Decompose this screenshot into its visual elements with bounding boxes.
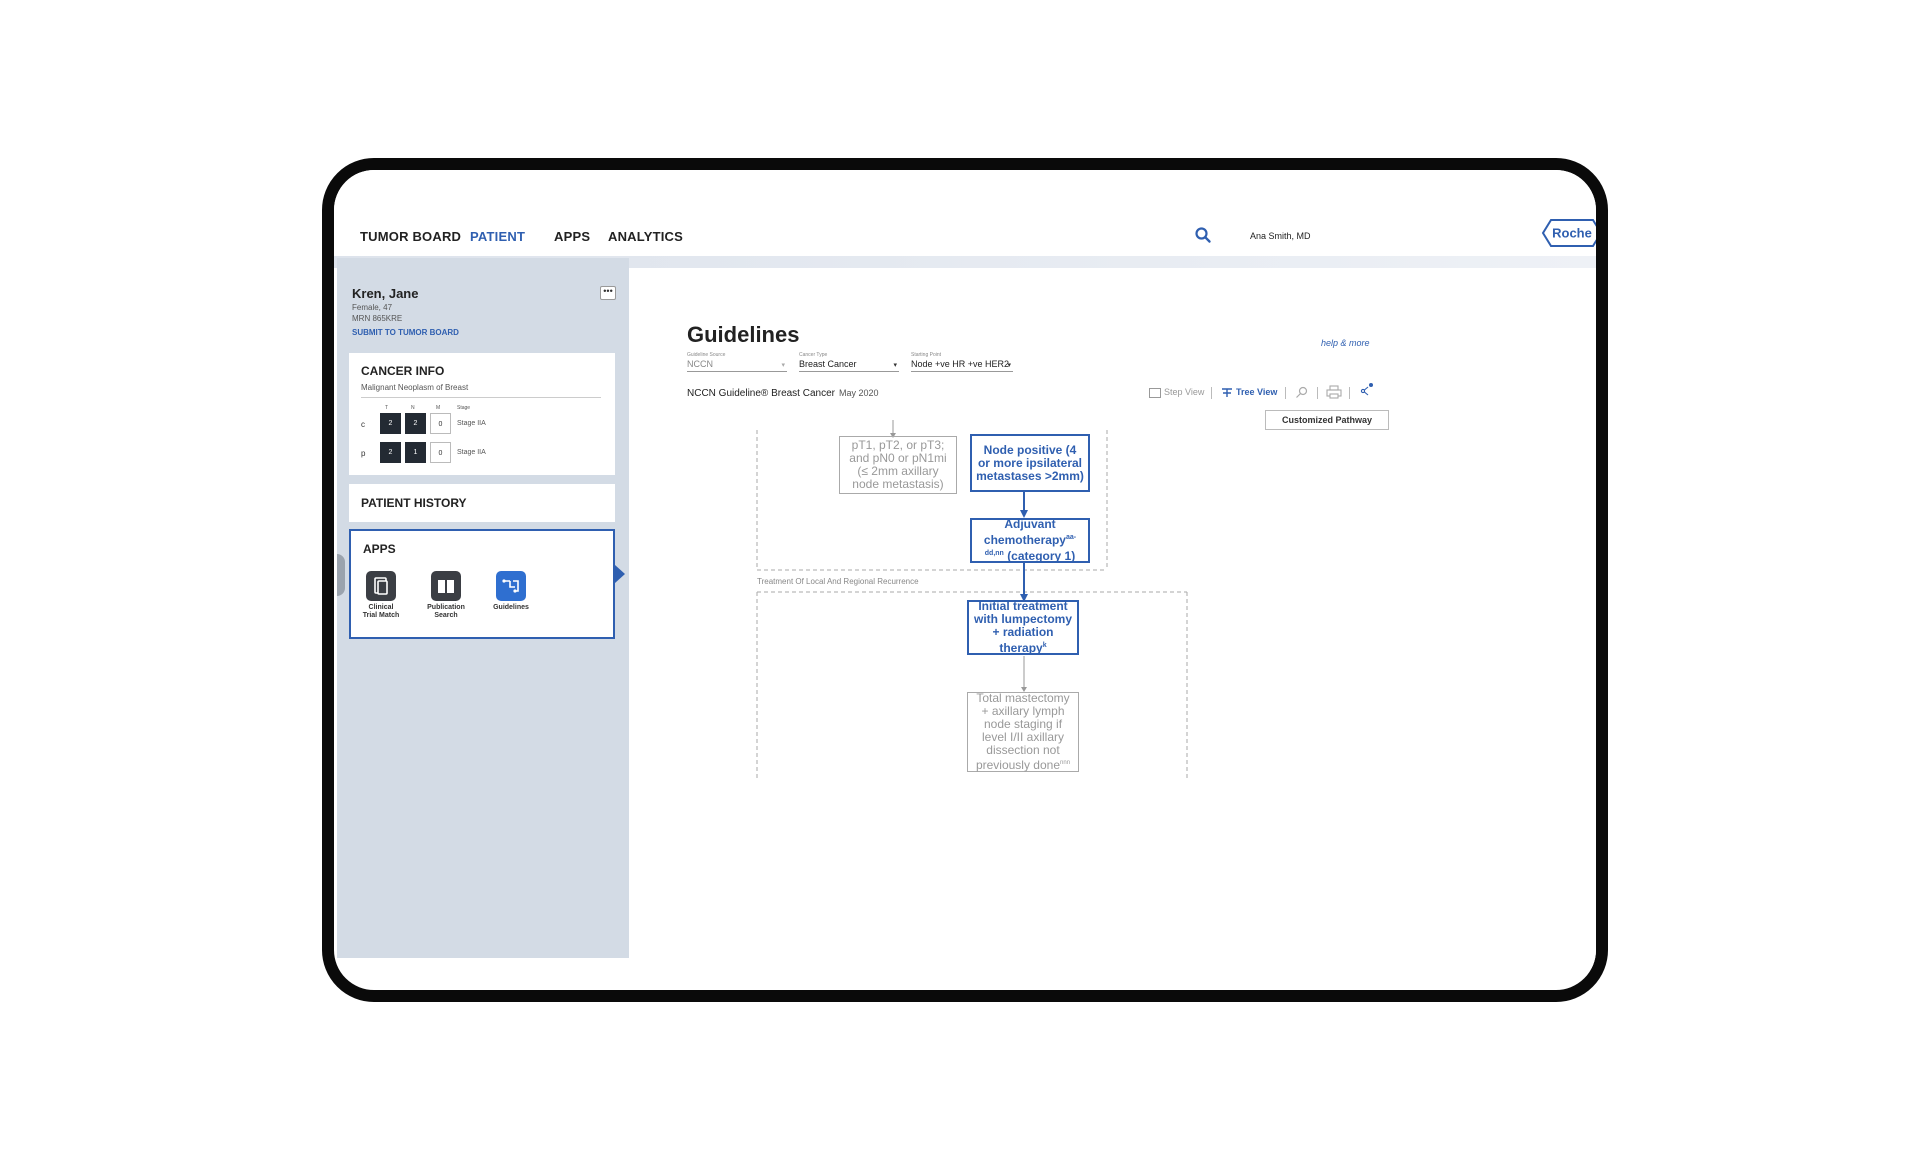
patient-mrn: MRN 865KRE (352, 314, 403, 323)
nav-tumor-board[interactable]: TUMOR BOARD (360, 229, 461, 244)
app-guidelines[interactable]: Guidelines (481, 571, 541, 612)
flow-node-text: Initial treatment with lumpectomy + radi… (973, 600, 1073, 655)
flow-node-node-positive[interactable]: Node positive (4 or more ipsilateral met… (970, 434, 1090, 492)
app-clinical-trial-match[interactable]: Clinical Trial Match (351, 571, 411, 620)
tablet-frame: TUMOR BOARD PATIENT APPS ANALYTICS Ana S… (322, 158, 1608, 1002)
flow-node-text: Node positive (4 or more ipsilateral met… (976, 442, 1084, 483)
top-navigation: TUMOR BOARD PATIENT APPS ANALYTICS Ana S… (334, 170, 1596, 268)
app-label-line2: Trial Match (362, 612, 400, 619)
flow-node-main: Total mastectomy + axillary lymph node s… (975, 691, 1070, 772)
app-label-line1: Publication (427, 604, 465, 611)
tnm-n-value: 2 (405, 413, 426, 434)
tnm-m-value: 0 (430, 413, 451, 434)
flow-node-text: Total mastectomy + axillary lymph node s… (972, 692, 1074, 772)
tnm-row-pathologic: p 2 1 0 Stage IIA (361, 442, 601, 464)
tnm-n-value: 1 (405, 442, 426, 463)
tnm-stage: Stage IIA (457, 420, 486, 427)
cancer-info-title: CANCER INFO (361, 364, 445, 378)
cancer-info-card[interactable]: CANCER INFO Malignant Neoplasm of Breast… (349, 353, 615, 475)
search-icon[interactable] (1194, 226, 1212, 244)
flow-node-total-mastectomy[interactable]: Total mastectomy + axillary lymph node s… (967, 692, 1079, 772)
patient-history-title: PATIENT HISTORY (361, 496, 467, 510)
apps-title: APPS (363, 542, 396, 556)
tnm-header-m: M (436, 405, 441, 411)
tnm-header-t: T (385, 405, 389, 411)
tnm-m-value: 0 (430, 442, 451, 463)
tnm-row-clinical: c 2 2 0 Stage IIA (361, 413, 601, 435)
flow-node-text: Adjuvant chemotherapyaa-dd,nn (category … (976, 518, 1084, 563)
nav-patient[interactable]: PATIENT (470, 229, 525, 244)
more-options-button[interactable]: ••• (600, 286, 616, 300)
nav-apps[interactable]: APPS (554, 229, 590, 244)
book-icon (431, 571, 461, 601)
cancer-diagnosis: Malignant Neoplasm of Breast (361, 383, 469, 392)
nav-analytics[interactable]: ANALYTICS (608, 229, 683, 244)
app-label-line1: Guidelines (493, 604, 529, 611)
tnm-t-value: 2 (380, 442, 401, 463)
app-screen: TUMOR BOARD PATIENT APPS ANALYTICS Ana S… (334, 170, 1596, 990)
guidelines-panel: Guidelines help & more Guideline Source … (629, 268, 1596, 968)
flow-node-tail: (category 1) (1007, 549, 1076, 563)
tnm-header-stage: Stage (457, 405, 471, 411)
user-name[interactable]: Ana Smith, MD (1250, 231, 1311, 241)
flowchart-icon (496, 571, 526, 601)
tnm-stage: Stage IIA (457, 449, 486, 456)
patient-history-card[interactable]: PATIENT HISTORY (349, 484, 615, 522)
section-label: Treatment Of Local And Regional Recurren… (757, 577, 919, 586)
tnm-prefix: p (361, 449, 366, 458)
tnm-prefix: c (361, 420, 365, 429)
flow-node-sup: k (1042, 642, 1047, 649)
flow-node-main: Adjuvant chemotherapy (983, 517, 1066, 547)
document-icon (366, 571, 396, 601)
tnm-t-value: 2 (380, 413, 401, 434)
flow-node-text: pT1, pT2, or pT3; and pN0 or pN1mi (≤ 2m… (849, 438, 947, 491)
tnm-header-n: N (411, 405, 415, 411)
flow-node-adjuvant-chemo[interactable]: Adjuvant chemotherapyaa-dd,nn (category … (970, 518, 1090, 563)
tnm-divider (361, 397, 601, 398)
patient-gender-age: Female, 47 (352, 303, 393, 312)
app-label-line1: Clinical (368, 604, 394, 611)
flow-node-early-stage[interactable]: pT1, pT2, or pT3; and pN0 or pN1mi (≤ 2m… (839, 436, 957, 494)
guideline-flowchart (756, 420, 1188, 780)
patient-sidebar: Kren, Jane Female, 47 MRN 865KRE SUBMIT … (337, 258, 629, 958)
patient-name: Kren, Jane (352, 286, 419, 301)
expand-arrow-icon[interactable] (615, 565, 625, 583)
sidebar-handle[interactable] (337, 554, 345, 596)
app-label-line2: Search (434, 612, 458, 619)
flow-node-sup: nnn (1060, 760, 1071, 766)
apps-card[interactable]: APPS Clinical Trial Match Publication Se… (349, 529, 615, 639)
app-publication-search[interactable]: Publication Search (416, 571, 476, 620)
svg-text:Roche: Roche (1552, 226, 1592, 241)
submit-to-tumor-board-link[interactable]: SUBMIT TO TUMOR BOARD (352, 328, 459, 337)
flow-node-initial-treatment[interactable]: Initial treatment with lumpectomy + radi… (967, 600, 1079, 655)
flow-node-main: Initial treatment with lumpectomy + radi… (973, 599, 1072, 655)
roche-logo: Roche (1541, 219, 1596, 247)
